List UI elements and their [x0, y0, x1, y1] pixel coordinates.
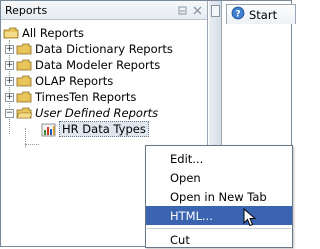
tree-item-data-dictionary-reports[interactable]: + Data Dictionary Reports — [1, 41, 208, 57]
menu-item-open[interactable]: Open — [146, 168, 292, 187]
restore-icon[interactable] — [211, 5, 220, 17]
panel-title: Reports — [5, 3, 48, 17]
tree-item-label: Data Dictionary Reports — [35, 42, 173, 56]
reports-panel-header: Reports — [1, 1, 207, 20]
tree-item-label: All Reports — [22, 26, 85, 40]
mouse-pointer-icon — [243, 207, 257, 228]
close-icon[interactable] — [192, 5, 203, 16]
svg-text:?: ? — [235, 10, 240, 20]
folder-icon — [16, 59, 32, 71]
expand-icon[interactable]: + — [5, 60, 14, 70]
expand-icon[interactable]: + — [5, 76, 14, 86]
tree-item-label: User Defined Reports — [35, 106, 159, 120]
tree-item-timesten-reports[interactable]: + TimesTen Reports — [1, 89, 208, 105]
tree-item-olap-reports[interactable]: + OLAP Reports — [1, 73, 208, 89]
context-menu: Edit... Open Open in New Tab HTML... Cut — [145, 145, 293, 248]
expand-icon[interactable]: + — [5, 44, 14, 54]
minimize-icon[interactable] — [177, 5, 188, 16]
reports-tree: All Reports + Data Dictionary Reports + … — [1, 25, 208, 148]
folder-icon — [16, 75, 32, 87]
menu-item-edit[interactable]: Edit... — [146, 149, 292, 168]
start-page-icon: ? — [231, 6, 245, 23]
tree-item-label: OLAP Reports — [35, 74, 114, 88]
menu-item-cut[interactable]: Cut — [146, 230, 292, 249]
tree-item-all-reports[interactable]: All Reports — [1, 25, 208, 41]
tree-item-hr-data-types[interactable]: HR Data Types — [1, 121, 208, 137]
folder-icon — [3, 27, 19, 39]
expand-icon[interactable]: + — [5, 92, 14, 102]
tree-item-label: TimesTen Reports — [35, 90, 137, 104]
menu-item-open-in-new-tab[interactable]: Open in New Tab — [146, 187, 292, 206]
folder-open-icon — [16, 107, 33, 119]
report-chart-icon — [41, 123, 57, 137]
tree-item-label: HR Data Types — [59, 121, 149, 137]
collapse-icon[interactable]: − — [5, 108, 14, 118]
menu-item-html[interactable]: HTML... — [146, 206, 292, 225]
folder-icon — [16, 91, 32, 103]
folder-icon — [16, 43, 32, 55]
tree-item-data-modeler-reports[interactable]: + Data Modeler Reports — [1, 57, 208, 73]
tab-start[interactable]: ? Start — [226, 4, 296, 24]
menu-separator — [147, 228, 291, 229]
tree-item-label: Data Modeler Reports — [35, 58, 161, 72]
tab-label: Start — [249, 7, 278, 22]
tree-item-user-defined-reports[interactable]: − User Defined Reports — [1, 105, 208, 121]
